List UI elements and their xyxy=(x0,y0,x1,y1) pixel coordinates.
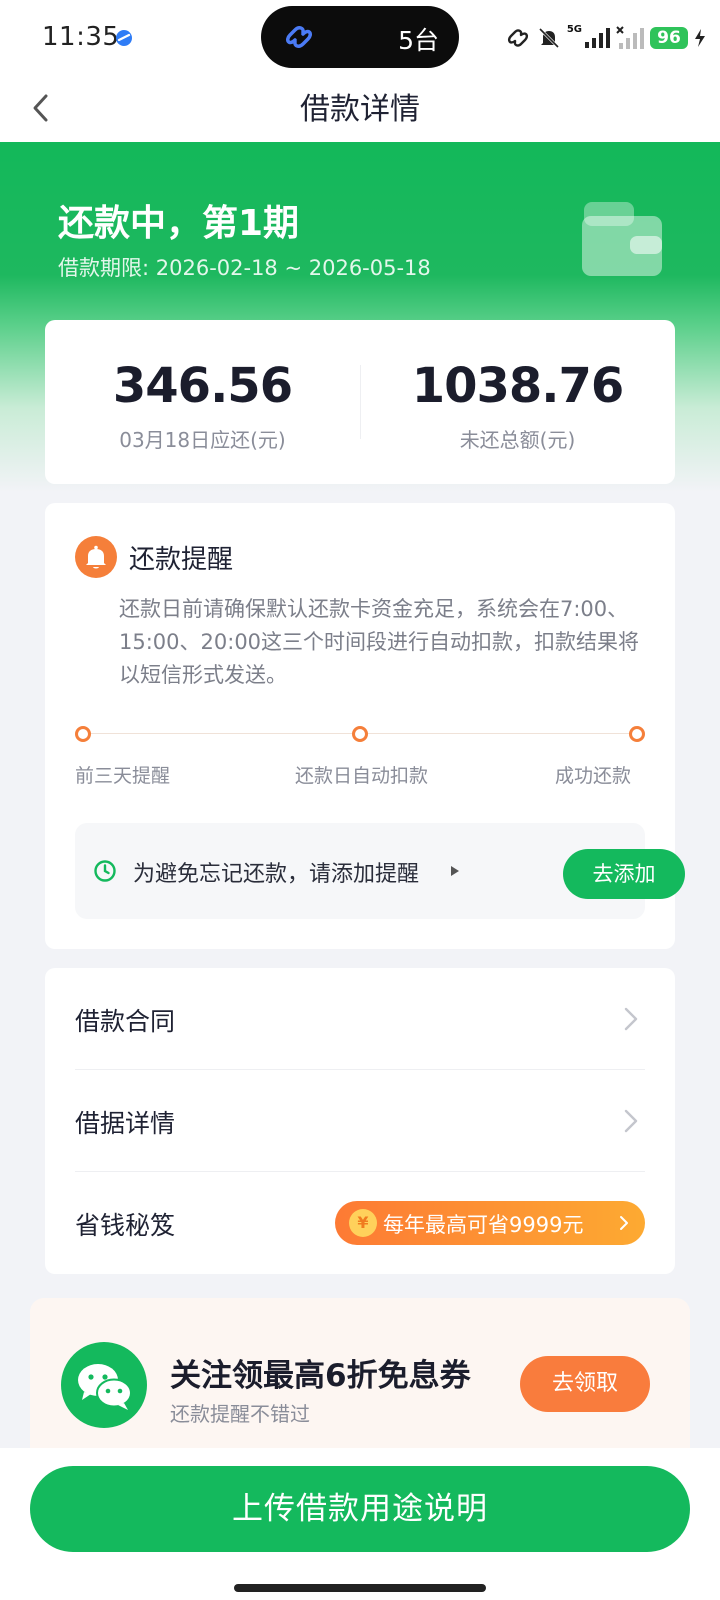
savings-badge[interactable]: ¥ 每年最高可省9999元 xyxy=(335,1201,645,1245)
wechat-follow-promo: 关注领最高6折免息券 还款提醒不错过 去领取 xyxy=(30,1298,690,1448)
timeline-dot xyxy=(352,726,368,742)
loan-menu-list: 借款合同 借据详情 省钱秘笈 ¥ 每年最高可省9999元 xyxy=(45,968,675,1274)
repayment-status: 还款中，第1期 xyxy=(58,203,300,244)
savings-badge-text: 每年最高可省9999元 xyxy=(383,1213,584,1237)
add-reminder-tip: 为避免忘记还款，请添加提醒 xyxy=(133,862,420,887)
network-type: 5G xyxy=(566,23,582,35)
outstanding-amount-label: 未还总额(元) xyxy=(459,428,576,452)
menu-item-label: 借款合同 xyxy=(75,1007,176,1036)
menu-item-loan-contract[interactable]: 借款合同 xyxy=(75,968,645,1070)
caret-right-icon xyxy=(451,866,459,876)
timeline-dot xyxy=(629,726,645,742)
add-reminder-banner[interactable]: 为避免忘记还款，请添加提醒 去添加 xyxy=(75,823,685,919)
link-icon xyxy=(286,26,312,48)
battery-level: 96 xyxy=(650,27,688,49)
clock-icon xyxy=(94,860,116,882)
status-bar: 11:35 5台 5G 96 xyxy=(0,0,720,74)
dynamic-island[interactable]: 5台 xyxy=(261,6,459,68)
reminder-title: 还款提醒 xyxy=(129,545,234,575)
add-reminder-button[interactable]: 去添加 xyxy=(563,849,685,899)
status-icons: 5G 96 xyxy=(505,18,706,58)
timeline-step-label: 还款日自动扣款 xyxy=(295,765,429,787)
due-amount-label: 03月18日应还(元) xyxy=(119,428,286,452)
mute-icon xyxy=(538,27,559,49)
wallet-icon xyxy=(582,202,662,276)
claim-coupon-button[interactable]: 去领取 xyxy=(520,1356,650,1412)
chevron-right-icon xyxy=(624,1007,638,1031)
menu-item-label: 省钱秘笈 xyxy=(75,1211,176,1240)
bottom-action-bar: 上传借款用途说明 xyxy=(0,1448,720,1600)
signal-no-service-icon xyxy=(616,26,644,49)
upload-loan-purpose-button[interactable]: 上传借款用途说明 xyxy=(30,1466,690,1552)
promo-title: 关注领最高6折免息券 xyxy=(170,1358,471,1394)
promo-subtitle: 还款提醒不错过 xyxy=(170,1402,310,1426)
loan-period: 借款期限: 2026-02-18 ~ 2026-05-18 xyxy=(58,256,431,280)
wechat-icon xyxy=(61,1342,147,1428)
outstanding-amount: 1038.76 xyxy=(411,358,625,414)
menu-item-label: 借据详情 xyxy=(75,1109,176,1138)
reminder-timeline: 前三天提醒 还款日自动扣款 成功还款 xyxy=(75,717,645,797)
page-title: 借款详情 xyxy=(300,92,420,127)
yen-coin-icon: ¥ xyxy=(349,1209,377,1237)
signal-icon xyxy=(585,28,610,48)
chevron-right-icon xyxy=(624,1109,638,1133)
amount-card: 346.56 03月18日应还(元) 1038.76 未还总额(元) xyxy=(45,320,675,484)
bell-icon xyxy=(75,536,117,578)
timeline-dot xyxy=(75,726,91,742)
reminder-description: 还款日前请确保默认还款卡资金充足，系统会在7:00、15:00、20:00这三个… xyxy=(119,597,640,687)
repayment-reminder-card: 还款提醒 还款日前请确保默认还款卡资金充足，系统会在7:00、15:00、20:… xyxy=(45,503,685,949)
due-amount-block: 346.56 03月18日应还(元) xyxy=(45,320,360,484)
charging-icon xyxy=(695,29,705,47)
nav-bar: 借款详情 xyxy=(0,74,720,142)
app-notification-icon xyxy=(116,30,132,46)
chevron-right-icon xyxy=(620,1216,628,1230)
island-label: 5台 xyxy=(398,26,439,55)
menu-item-loan-receipt-details[interactable]: 借据详情 xyxy=(75,1070,645,1172)
status-time: 11:35 xyxy=(42,22,120,52)
timeline-step-label: 前三天提醒 xyxy=(75,765,171,787)
link-status-icon xyxy=(507,29,528,47)
due-amount: 346.56 xyxy=(112,358,293,414)
home-indicator[interactable] xyxy=(234,1584,486,1592)
timeline-step-label: 成功还款 xyxy=(555,765,632,787)
outstanding-amount-block: 1038.76 未还总额(元) xyxy=(360,320,675,484)
menu-item-money-saving-tips[interactable]: 省钱秘笈 ¥ 每年最高可省9999元 xyxy=(75,1172,645,1274)
